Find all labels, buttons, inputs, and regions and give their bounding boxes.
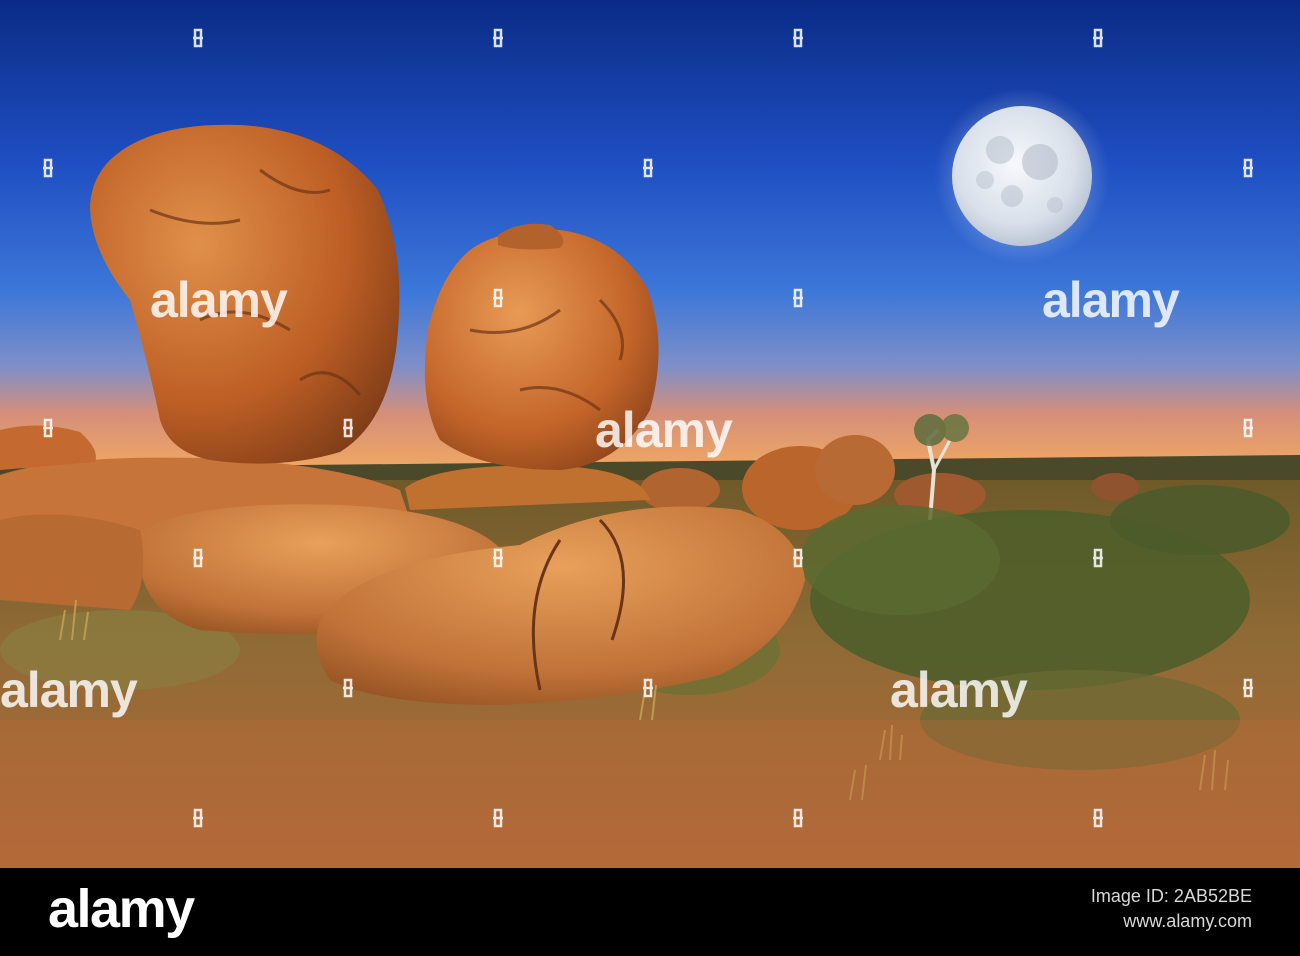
image-meta: Image ID: 2AB52BE www.alamy.com (1091, 886, 1252, 932)
site-url: www.alamy.com (1123, 911, 1252, 931)
landscape-photo: alamy alamy alamy alamy alamy (0, 0, 1300, 868)
photo-frame: alamy alamy alamy alamy alamy alamy Imag… (0, 0, 1300, 956)
brand-logo: alamy (48, 879, 195, 939)
balancing-boulder-right (424, 223, 659, 470)
image-id-label: Image ID: 2AB52BE (1090, 886, 1252, 906)
full-moon (934, 88, 1110, 264)
footer-bar: alamy Image ID: 2AB52BE www.alamy.com (0, 868, 1300, 956)
